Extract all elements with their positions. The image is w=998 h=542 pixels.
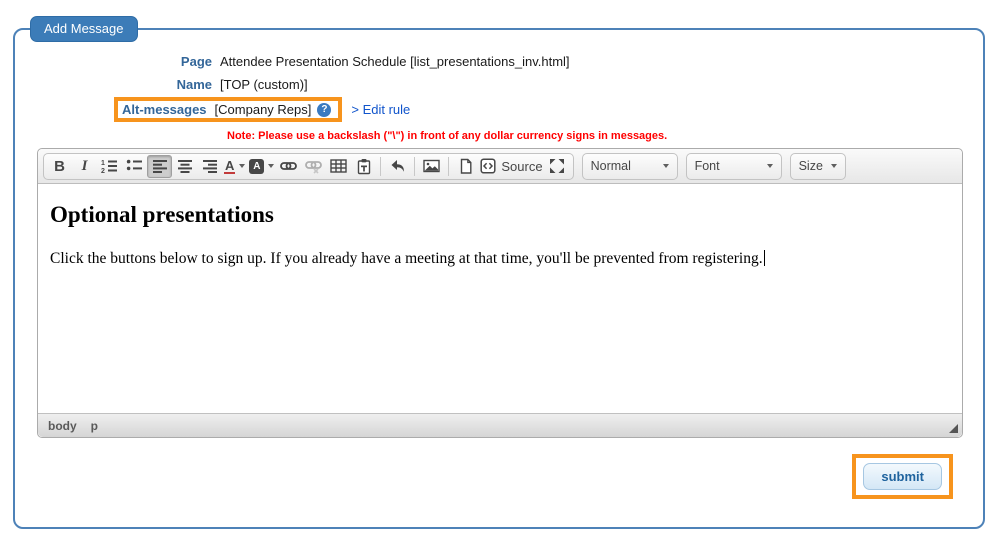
form-row-page: Page Attendee Presentation Schedule [lis… xyxy=(15,50,983,73)
italic-icon: I xyxy=(81,157,88,174)
image-icon xyxy=(423,159,441,173)
form-row-name: Name [TOP (custom)] xyxy=(15,73,983,96)
chevron-down-icon xyxy=(662,164,669,168)
content-paragraph-text: Click the buttons below to sign up. If y… xyxy=(50,250,763,267)
editor-toolbar: B I 12 A A Source Normal Font Size xyxy=(38,149,962,184)
unlink-button[interactable] xyxy=(301,155,326,178)
page-label: Page xyxy=(180,54,212,69)
bold-button[interactable]: B xyxy=(47,155,72,178)
edit-rule-prefix: > xyxy=(351,102,359,117)
align-left-icon xyxy=(152,160,167,173)
form-row-alt-messages: Alt-messages [Company Reps] ? > Edit rul… xyxy=(15,97,983,122)
table-button[interactable] xyxy=(326,155,351,178)
size-select[interactable]: Size xyxy=(789,152,846,180)
name-value: [TOP (custom)] xyxy=(220,77,308,92)
edit-rule-link[interactable]: Edit rule xyxy=(363,102,411,117)
bulleted-list-button[interactable] xyxy=(122,155,147,178)
toolbar-button-group: B I 12 A A Source xyxy=(43,152,574,180)
font-select[interactable]: Font xyxy=(685,152,782,180)
alt-messages-highlight: Alt-messages [Company Reps] ? xyxy=(114,97,343,122)
page-value: Attendee Presentation Schedule [list_pre… xyxy=(220,54,570,69)
editor-status-bar: body p xyxy=(38,413,962,437)
align-center-button[interactable] xyxy=(172,155,197,178)
name-label: Name xyxy=(176,77,212,92)
maximize-icon xyxy=(550,159,565,173)
chevron-down-icon xyxy=(268,164,275,168)
new-page-button[interactable] xyxy=(453,155,478,178)
alt-messages-value: [Company Reps] xyxy=(214,102,312,117)
align-left-button[interactable] xyxy=(147,154,172,178)
font-value: Font xyxy=(694,159,720,173)
italic-button[interactable]: I xyxy=(72,155,97,178)
link-button[interactable] xyxy=(276,155,301,178)
tab-add-message[interactable]: Add Message xyxy=(30,16,138,42)
resize-handle-icon[interactable] xyxy=(949,424,958,433)
align-right-button[interactable] xyxy=(197,155,222,178)
editor-content-area[interactable]: Optional presentations Click the buttons… xyxy=(38,184,962,413)
submit-button[interactable]: submit xyxy=(863,463,942,490)
chevron-down-icon xyxy=(239,164,246,168)
content-paragraph: Click the buttons below to sign up. If y… xyxy=(50,250,950,268)
bold-icon: B xyxy=(54,157,65,175)
message-form: Page Attendee Presentation Schedule [lis… xyxy=(15,50,983,142)
text-cursor xyxy=(763,250,765,266)
size-value: Size xyxy=(798,159,823,173)
source-button[interactable]: Source xyxy=(478,155,544,178)
align-right-icon xyxy=(202,160,217,173)
new-page-icon xyxy=(460,158,472,174)
maximize-button[interactable] xyxy=(545,155,570,178)
undo-button[interactable] xyxy=(385,155,410,178)
source-icon xyxy=(480,158,496,174)
paragraph-format-select[interactable]: Normal xyxy=(581,152,678,180)
element-path-p[interactable]: p xyxy=(91,419,98,433)
text-color-icon: A xyxy=(224,157,236,174)
add-message-panel: Page Attendee Presentation Schedule [lis… xyxy=(13,28,985,529)
toolbar-separator xyxy=(380,156,382,176)
element-path-body[interactable]: body xyxy=(48,419,77,433)
content-heading: Optional presentations xyxy=(50,202,274,227)
paste-text-icon xyxy=(357,158,371,174)
edit-rule: > Edit rule xyxy=(351,102,410,117)
numbered-list-icon: 12 xyxy=(101,160,117,174)
numbered-list-button[interactable]: 12 xyxy=(97,155,122,178)
svg-text:2: 2 xyxy=(101,168,105,174)
paste-text-button[interactable] xyxy=(351,155,376,178)
rich-text-editor: B I 12 A A Source Normal Font Size Optio… xyxy=(37,148,963,438)
alt-messages-label: Alt-messages xyxy=(122,102,207,117)
align-center-icon xyxy=(177,160,192,173)
chevron-down-icon xyxy=(766,164,773,168)
help-icon[interactable]: ? xyxy=(317,102,332,117)
currency-note: Note: Please use a backslash ("\") in fr… xyxy=(227,130,668,142)
image-button[interactable] xyxy=(419,155,444,178)
background-color-icon: A xyxy=(249,158,265,174)
table-icon xyxy=(330,159,348,173)
text-color-button[interactable]: A xyxy=(222,155,247,178)
paragraph-format-value: Normal xyxy=(590,159,631,173)
background-color-button[interactable]: A xyxy=(247,155,276,178)
undo-icon xyxy=(391,160,404,172)
source-label: Source xyxy=(501,158,543,174)
link-icon xyxy=(280,162,298,170)
bulleted-list-icon xyxy=(126,159,142,171)
toolbar-separator xyxy=(414,156,416,176)
svg-text:1: 1 xyxy=(101,160,105,167)
unlink-icon xyxy=(305,161,323,174)
submit-highlight: submit xyxy=(852,454,953,499)
chevron-down-icon xyxy=(830,164,837,168)
toolbar-separator xyxy=(448,156,450,176)
